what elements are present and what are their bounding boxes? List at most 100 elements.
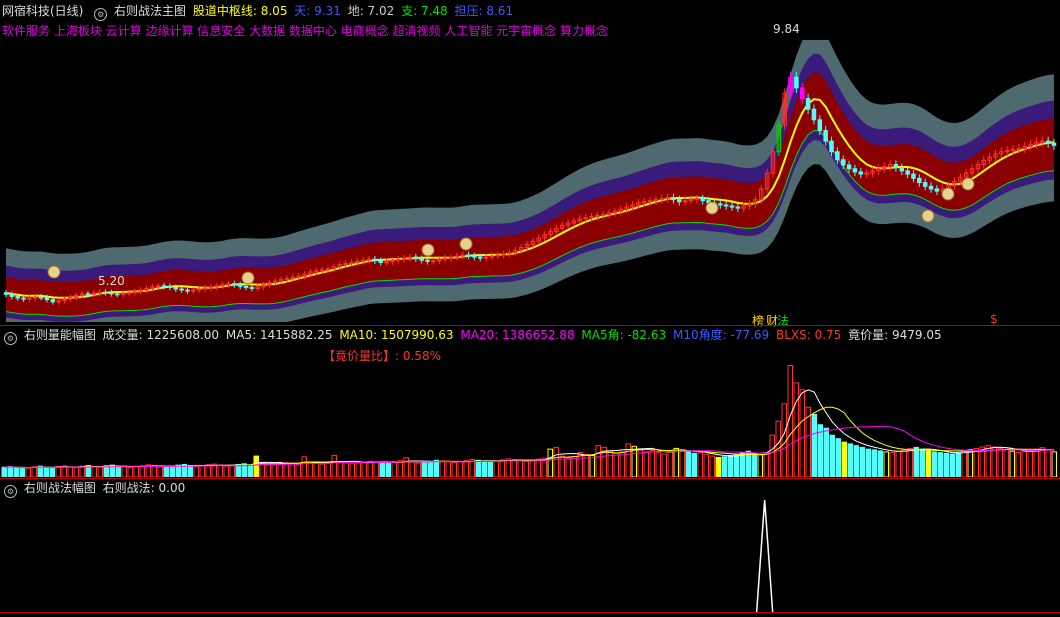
bottom-axis-line <box>0 612 1060 613</box>
candle-body <box>823 129 828 142</box>
candle-body <box>114 293 120 296</box>
volume-bar <box>931 451 937 477</box>
volume-bar <box>397 460 403 477</box>
volume-bar <box>139 465 145 477</box>
volume-bar <box>463 460 469 477</box>
volume-bar <box>355 462 361 477</box>
volume-bar <box>193 466 199 477</box>
candle-body <box>413 256 419 260</box>
candle-body <box>899 167 905 172</box>
volume-bar <box>445 461 451 477</box>
volume-bar <box>25 467 31 477</box>
marker-dollar: $ <box>990 312 998 326</box>
bottom-indicator-chart[interactable] <box>0 496 1060 616</box>
panel-divider-1[interactable] <box>0 325 1060 326</box>
volume-bar <box>337 461 343 477</box>
earth-value: 地: 7.02 <box>347 4 395 18</box>
ma5-angle-value: MA5角: -82.63 <box>581 328 667 342</box>
settings-icon[interactable]: ⚙ <box>94 8 108 21</box>
volume-bar <box>913 446 919 477</box>
volume-bar <box>739 452 745 477</box>
candle-body <box>905 170 910 175</box>
volume-bar <box>889 452 895 477</box>
candle-body <box>735 206 741 209</box>
volume-bar <box>289 462 295 477</box>
volume-bar <box>529 459 535 477</box>
volume-bar <box>763 452 769 477</box>
volume-bar <box>883 451 889 477</box>
volume-bar <box>313 462 319 477</box>
candle-body <box>911 173 916 179</box>
volume-bar <box>997 447 1003 477</box>
volume-bar <box>373 461 379 477</box>
volume-bar <box>751 452 757 477</box>
volume-bar <box>721 456 727 477</box>
volume-bar <box>799 389 805 477</box>
volume-bar <box>385 462 391 477</box>
candle-body <box>893 164 899 169</box>
candle-body <box>431 260 436 263</box>
candle-body <box>794 76 799 89</box>
volume-bar <box>967 449 973 477</box>
main-indicator-name[interactable]: 右则战法主图 <box>114 4 186 18</box>
candle-body <box>817 119 823 131</box>
volume-indicator-name[interactable]: 右则量能幅图 <box>24 328 96 342</box>
volume-bar <box>169 465 175 477</box>
volume-bar <box>361 461 367 477</box>
volume-bar <box>349 463 355 477</box>
money-bag-icon <box>241 271 255 285</box>
bottom-header: ⚙ 右则战法幅图 右则战法: 0.00 <box>0 481 188 498</box>
volume-bar <box>961 450 967 477</box>
settings-icon[interactable]: ⚙ <box>4 332 17 345</box>
volume-bar <box>1027 450 1033 477</box>
volume-bar <box>709 455 715 477</box>
volume-bar <box>121 466 127 477</box>
volume-bar <box>907 447 913 477</box>
volume-bar <box>343 462 349 477</box>
volume-bar <box>925 450 931 477</box>
volume-bar <box>271 464 277 477</box>
volume-bar <box>793 382 799 477</box>
volume-bar <box>757 454 763 477</box>
candle-body <box>718 203 723 206</box>
volume-bar <box>43 466 49 477</box>
volume-bar <box>367 460 373 477</box>
volume-bar <box>1003 449 1009 477</box>
volume-bar <box>571 456 577 477</box>
volume-bar <box>895 450 901 477</box>
candle-body <box>185 289 190 292</box>
marker-fa: 法 <box>777 314 790 328</box>
candle-body <box>109 292 114 295</box>
candle-body <box>38 296 44 299</box>
volume-bar <box>859 446 865 477</box>
volume-bar <box>415 462 421 477</box>
ma10-value: MA10: 1507990.63 <box>339 328 454 342</box>
volume-bar <box>277 463 283 477</box>
volume-bar <box>49 467 55 477</box>
volume-bar <box>235 463 241 477</box>
panel-divider-2[interactable] <box>0 478 1060 479</box>
volume-bar <box>457 461 463 477</box>
candle-body <box>1045 140 1051 144</box>
central-line-value: 股道中枢线: 8.05 <box>192 4 288 18</box>
candle-body <box>805 98 811 110</box>
main-price-chart[interactable] <box>0 40 1060 322</box>
candle-body <box>419 258 424 261</box>
candle-body <box>425 259 430 262</box>
volume-bar <box>1009 450 1015 477</box>
bottom-indicator-name[interactable]: 右则战法幅图 <box>24 481 96 495</box>
money-bag-icon <box>459 237 473 251</box>
volume-chart[interactable] <box>0 362 1060 477</box>
volume-bar <box>1051 451 1057 477</box>
volume-bar <box>547 448 553 477</box>
volume-bar <box>685 451 691 477</box>
volume-bar <box>247 464 253 477</box>
volume-bar <box>607 450 613 477</box>
volume-bar <box>667 450 673 477</box>
volume-bar <box>319 463 325 477</box>
volume-bar <box>433 459 439 477</box>
volume-bar <box>511 459 517 477</box>
volume-bar <box>943 452 949 477</box>
volume-bar <box>325 462 331 477</box>
volume-bar <box>475 459 481 477</box>
